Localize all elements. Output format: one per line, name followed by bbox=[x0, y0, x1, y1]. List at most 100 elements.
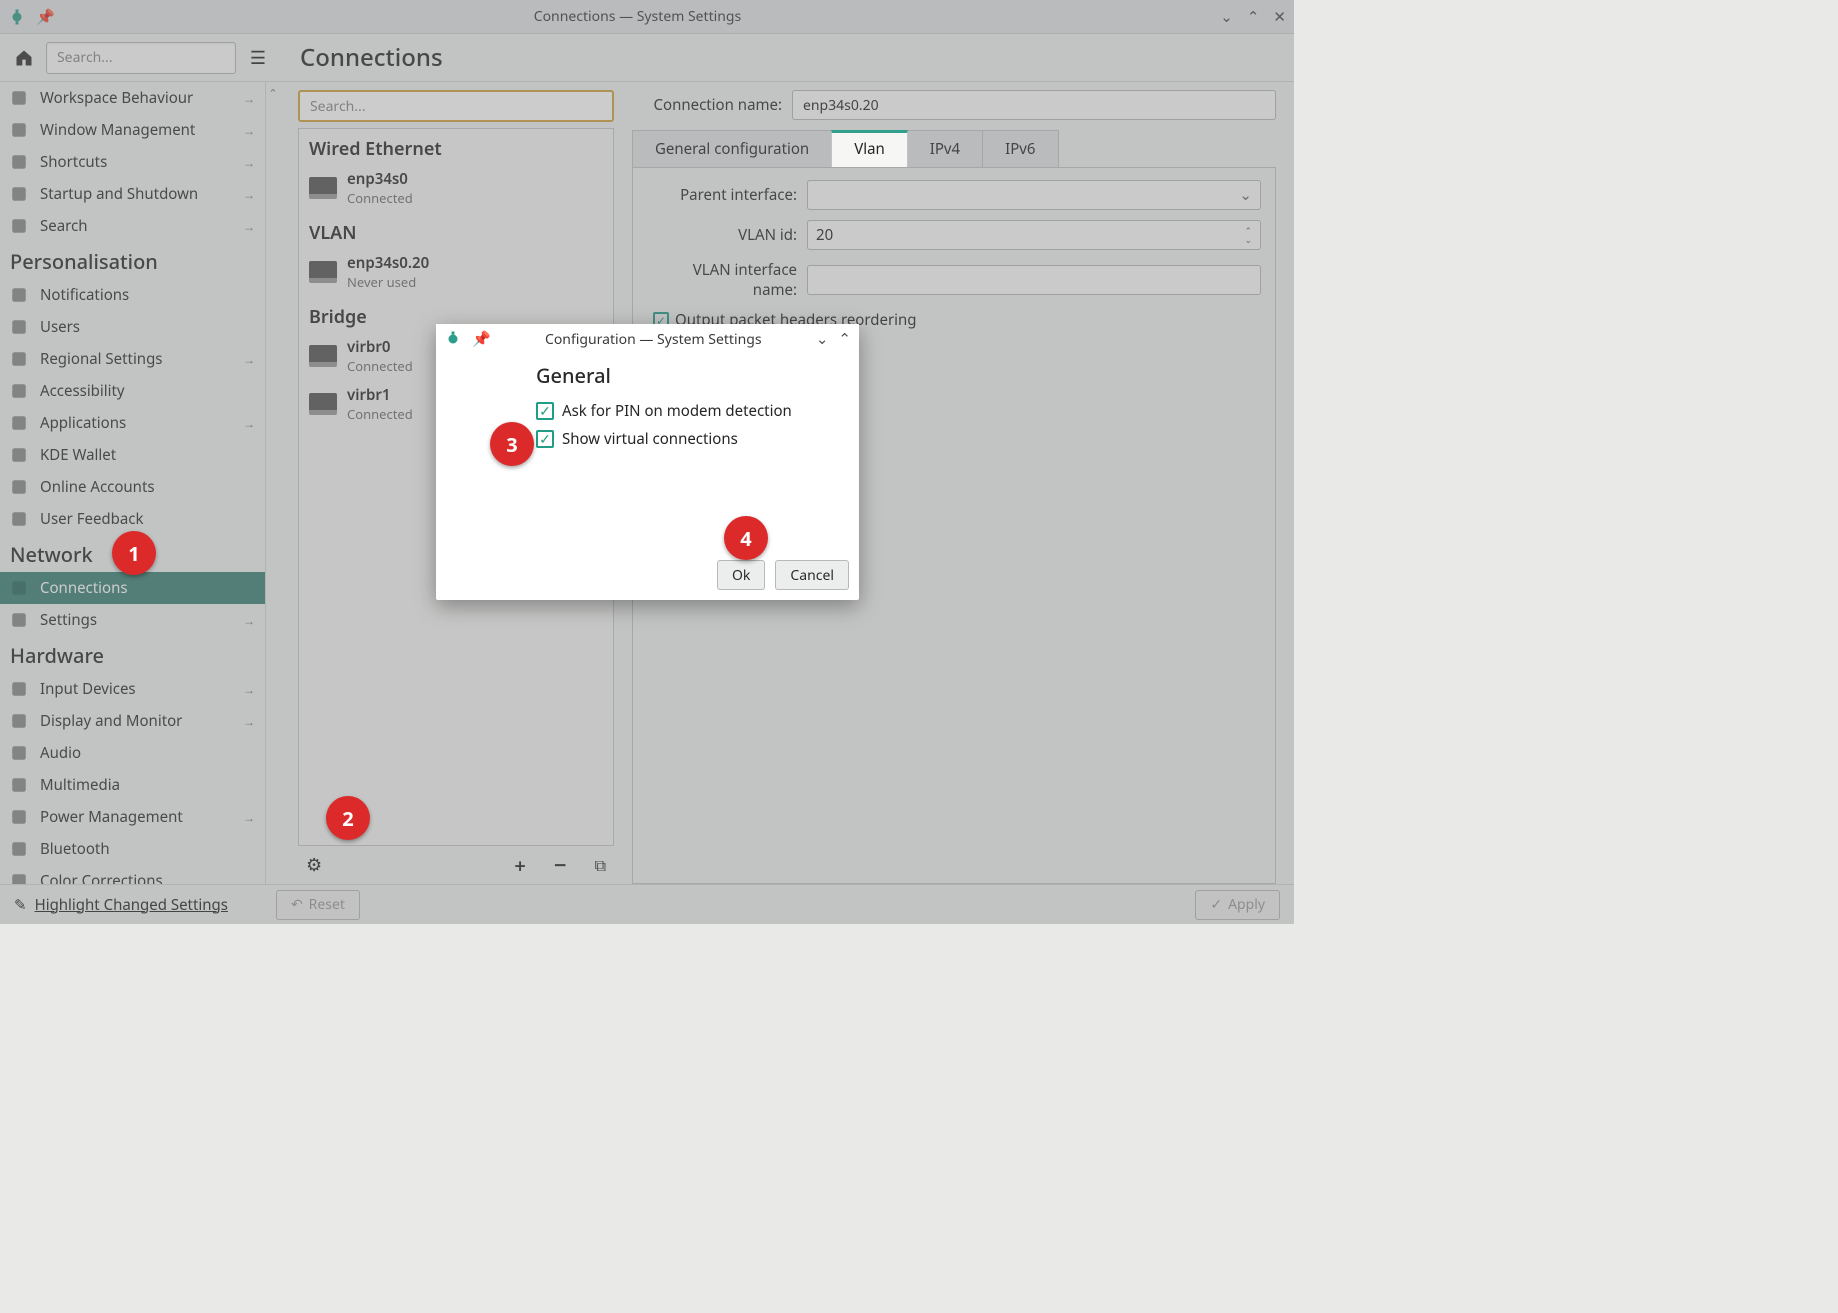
connection-toolbar: ⚙ + − ⧉ bbox=[298, 846, 614, 884]
wallet-icon bbox=[8, 444, 30, 466]
ethernet-icon bbox=[309, 261, 337, 283]
sidebar-item-audio[interactable]: Audio bbox=[0, 737, 265, 769]
sidebar-item-label: Settings bbox=[40, 610, 233, 630]
conn-name-input[interactable]: enp34s0.20 bbox=[792, 90, 1276, 120]
vlan-id-spinbox[interactable]: 20 ⌃⌄ bbox=[807, 220, 1261, 250]
pencil-icon: ✎ bbox=[14, 895, 27, 915]
connection-name: virbr1 bbox=[347, 385, 413, 405]
sidebar-item-settings[interactable]: Settings→ bbox=[0, 604, 265, 636]
pin-icon[interactable]: 📌 bbox=[472, 329, 491, 349]
toolbar: Search... ☰ Connections bbox=[0, 34, 1294, 82]
bt-icon bbox=[8, 838, 30, 860]
sidebar-item-label: Online Accounts bbox=[40, 477, 255, 497]
sidebar-item-label: Users bbox=[40, 317, 255, 337]
chevron-right-icon: → bbox=[243, 681, 255, 698]
sidebar-item-connections[interactable]: Connections bbox=[0, 572, 265, 604]
maximize-icon[interactable]: ⌃ bbox=[1247, 7, 1260, 27]
scroll-up-icon[interactable]: ⌃ bbox=[268, 86, 277, 101]
sidebar-item-label: Audio bbox=[40, 743, 255, 763]
sidebar-section-title: Personalisation bbox=[0, 242, 265, 279]
undo-icon: ↶ bbox=[291, 895, 303, 914]
show-virtual-label: Show virtual connections bbox=[562, 429, 738, 449]
sidebar-item-applications[interactable]: Applications→ bbox=[0, 407, 265, 439]
tab-general-configuration[interactable]: General configuration bbox=[632, 130, 832, 167]
sidebar-item-shortcuts[interactable]: Shortcuts→ bbox=[0, 146, 265, 178]
sidebar-item-label: Bluetooth bbox=[40, 839, 255, 859]
sidebar-item-label: Regional Settings bbox=[40, 349, 233, 369]
chevron-down-icon: ⌄ bbox=[1239, 185, 1252, 205]
global-search-input[interactable]: Search... bbox=[46, 42, 236, 74]
apply-button[interactable]: ✓ Apply bbox=[1195, 890, 1280, 920]
sidebar-item-multimedia[interactable]: Multimedia bbox=[0, 769, 265, 801]
parent-interface-combo[interactable]: ⌄ bbox=[807, 180, 1261, 210]
home-button[interactable] bbox=[10, 44, 38, 72]
sidebar-item-input-devices[interactable]: Input Devices→ bbox=[0, 673, 265, 705]
connection-row[interactable]: enp34s0Connected bbox=[299, 165, 613, 213]
close-icon[interactable]: ✕ bbox=[1273, 7, 1286, 27]
minimize-icon[interactable]: ⌄ bbox=[1220, 7, 1233, 27]
ethernet-icon bbox=[309, 345, 337, 367]
display-icon bbox=[8, 710, 30, 732]
sidebar-section-title: Hardware bbox=[0, 636, 265, 673]
add-connection-button[interactable]: + bbox=[514, 852, 525, 879]
chevron-right-icon: → bbox=[243, 90, 255, 107]
media-icon bbox=[8, 774, 30, 796]
reset-button[interactable]: ↶ Reset bbox=[276, 890, 360, 920]
check-icon: ✓ bbox=[1210, 895, 1222, 914]
chevron-right-icon: → bbox=[243, 351, 255, 368]
main-window: 📌 Connections — System Settings ⌄ ⌃ ✕ Se… bbox=[0, 0, 1294, 924]
footer: ✎ Highlight Changed Settings ↶ Reset ✓ A… bbox=[0, 884, 1294, 924]
sidebar-item-power-management[interactable]: Power Management→ bbox=[0, 801, 265, 833]
configure-button[interactable]: ⚙ bbox=[306, 853, 322, 877]
minimize-icon[interactable]: ⌄ bbox=[816, 329, 829, 349]
sidebar-item-label: Accessibility bbox=[40, 381, 255, 401]
sidebar-item-bluetooth[interactable]: Bluetooth bbox=[0, 833, 265, 865]
sidebar-item-users[interactable]: Users bbox=[0, 311, 265, 343]
app-icon bbox=[444, 330, 462, 348]
ok-button[interactable]: Ok bbox=[717, 560, 765, 590]
tab-vlan[interactable]: Vlan bbox=[831, 130, 908, 167]
connection-search-input[interactable]: Search... bbox=[298, 90, 614, 122]
ethernet-icon bbox=[309, 177, 337, 199]
connection-status: Connected bbox=[347, 357, 413, 375]
dialog-titlebar: 📌 Configuration — System Settings ⌄ ⌃ bbox=[436, 324, 859, 354]
net-icon bbox=[8, 577, 30, 599]
vlan-if-name-input[interactable] bbox=[807, 265, 1261, 295]
menu-button[interactable]: ☰ bbox=[244, 44, 272, 72]
spin-down-icon[interactable]: ⌄ bbox=[1244, 235, 1252, 244]
sidebar-item-startup-and-shutdown[interactable]: Startup and Shutdown→ bbox=[0, 178, 265, 210]
sidebar-item-label: Display and Monitor bbox=[40, 711, 233, 731]
maximize-icon[interactable]: ⌃ bbox=[838, 329, 851, 349]
sidebar-item-label: KDE Wallet bbox=[40, 445, 255, 465]
pin-icon[interactable]: 📌 bbox=[36, 7, 55, 27]
workspace-icon bbox=[8, 87, 30, 109]
sidebar-item-accessibility[interactable]: Accessibility bbox=[0, 375, 265, 407]
chevron-right-icon: → bbox=[243, 713, 255, 730]
sidebar-item-label: Shortcuts bbox=[40, 152, 233, 172]
cancel-button[interactable]: Cancel bbox=[775, 560, 849, 590]
sidebar-item-color-corrections[interactable]: Color Corrections bbox=[0, 865, 265, 884]
connection-search-placeholder: Search... bbox=[310, 97, 366, 116]
sidebar-item-notifications[interactable]: Notifications bbox=[0, 279, 265, 311]
export-connection-button[interactable]: ⧉ bbox=[595, 854, 606, 876]
sidebar-item-window-management[interactable]: Window Management→ bbox=[0, 114, 265, 146]
chevron-right-icon: → bbox=[243, 186, 255, 203]
parent-interface-label: Parent interface: bbox=[647, 185, 797, 205]
annotation-4: 4 bbox=[724, 516, 768, 560]
sidebar-item-kde-wallet[interactable]: KDE Wallet bbox=[0, 439, 265, 471]
show-virtual-checkbox[interactable]: ✓ bbox=[536, 430, 554, 448]
sidebar-item-display-and-monitor[interactable]: Display and Monitor → bbox=[0, 705, 265, 737]
sidebar-item-search[interactable]: Search→ bbox=[0, 210, 265, 242]
sidebar-item-online-accounts[interactable]: Online Accounts bbox=[0, 471, 265, 503]
sidebar-item-label: Connections bbox=[40, 578, 255, 598]
highlight-changed-button[interactable]: ✎ Highlight Changed Settings bbox=[14, 895, 228, 915]
vlan-if-name-label: VLAN interface name: bbox=[647, 260, 797, 300]
tab-ipv4[interactable]: IPv4 bbox=[907, 130, 983, 167]
tab-ipv6[interactable]: IPv6 bbox=[982, 130, 1058, 167]
remove-connection-button[interactable]: − bbox=[554, 850, 567, 880]
sidebar-item-workspace-behaviour[interactable]: Workspace Behaviour→ bbox=[0, 82, 265, 114]
ask-pin-checkbox[interactable]: ✓ bbox=[536, 402, 554, 420]
sidebar-item-label: Applications bbox=[40, 413, 233, 433]
connection-row[interactable]: enp34s0.20Never used bbox=[299, 249, 613, 297]
sidebar-item-regional-settings[interactable]: Regional Settings → bbox=[0, 343, 265, 375]
